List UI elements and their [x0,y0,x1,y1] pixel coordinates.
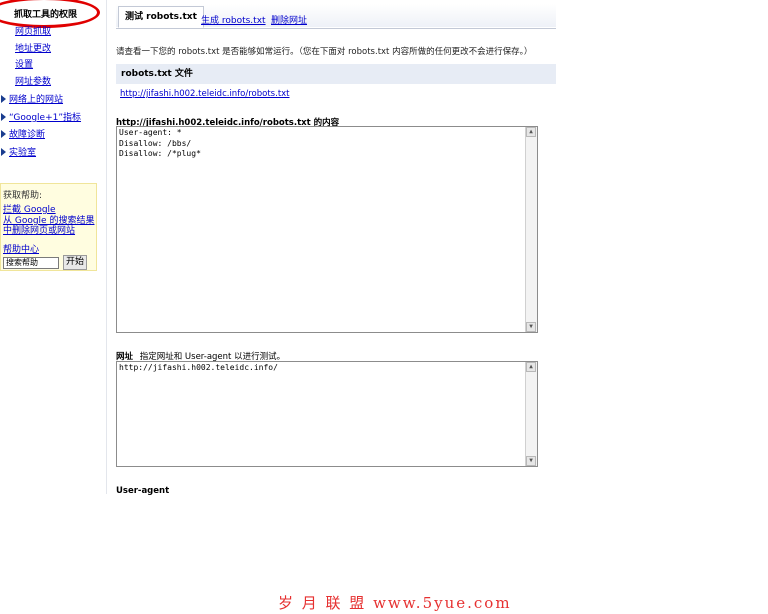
robots-content-text[interactable]: User-agent: * Disallow: /bbs/ Disallow: … [117,127,537,161]
tab-remove-url[interactable]: 删除网址 [271,13,307,26]
tab-bar: 测试 robots.txt 生成 robots.txt 删除网址 [116,4,556,29]
url-textarea[interactable]: http://jifashi.h002.teleidc.info/ ▲ ▼ [116,361,538,467]
sidebar-item-address-change[interactable]: 地址更改 [15,41,51,54]
user-agent-label: User-agent [116,486,170,496]
sidebar-item-fetch[interactable]: 网页抓取 [15,24,51,37]
expand-arrow-icon [1,94,6,103]
intro-text: 请查看一下您的 robots.txt 是否能够如常运行。（您在下面对 robot… [116,47,533,57]
help-search-button[interactable]: 开始 [63,255,87,270]
robots-url-link[interactable]: http://jifashi.h002.teleidc.info/robots.… [120,89,290,99]
sidebar-group-plus1[interactable]: “Google+1”指标 [1,110,81,123]
help-link-block-google[interactable]: 拦截 Google [3,202,56,215]
tab-generate-robots[interactable]: 生成 robots.txt [201,13,266,26]
expand-arrow-icon [1,129,6,138]
help-search-input[interactable]: 搜索帮助 [3,257,59,269]
help-link-remove-pages[interactable]: 从 Google 的搜索结果中删除网页或网站 [3,216,97,236]
tab-test-robots[interactable]: 测试 robots.txt [118,6,204,28]
sidebar-group-site-on-web[interactable]: 网络上的网站 [1,92,63,105]
expand-arrow-icon [1,147,6,156]
help-link-help-center[interactable]: 帮助中心 [3,242,39,255]
url-text[interactable]: http://jifashi.h002.teleidc.info/ [117,362,537,375]
robots-file-header: robots.txt 文件 [116,64,556,84]
watermark: 岁 月 联 盟 www.5yue.com [278,594,512,612]
scrollbar[interactable]: ▲ ▼ [525,362,537,466]
sidebar-group-labs[interactable]: 实验室 [1,145,36,158]
help-title: 获取帮助: [3,191,43,201]
robots-content-textarea[interactable]: User-agent: * Disallow: /bbs/ Disallow: … [116,126,538,333]
scrollbar[interactable]: ▲ ▼ [525,127,537,332]
scroll-down-icon[interactable]: ▼ [526,456,536,466]
scroll-up-icon[interactable]: ▲ [526,362,536,372]
help-box: 获取帮助: 拦截 Google 从 Google 的搜索结果中删除网页或网站 帮… [0,183,97,271]
sidebar-item-url-params[interactable]: 网址参数 [15,74,51,87]
scroll-down-icon[interactable]: ▼ [526,322,536,332]
sidebar-item-settings[interactable]: 设置 [15,57,33,70]
sidebar-divider [106,0,107,494]
scroll-up-icon[interactable]: ▲ [526,127,536,137]
sidebar: 抓取工具的权限 网页抓取 地址更改 设置 网址参数 网络上的网站 “Google… [0,0,104,614]
sidebar-group-diagnostics[interactable]: 故障诊断 [1,127,45,140]
expand-arrow-icon [1,112,6,121]
